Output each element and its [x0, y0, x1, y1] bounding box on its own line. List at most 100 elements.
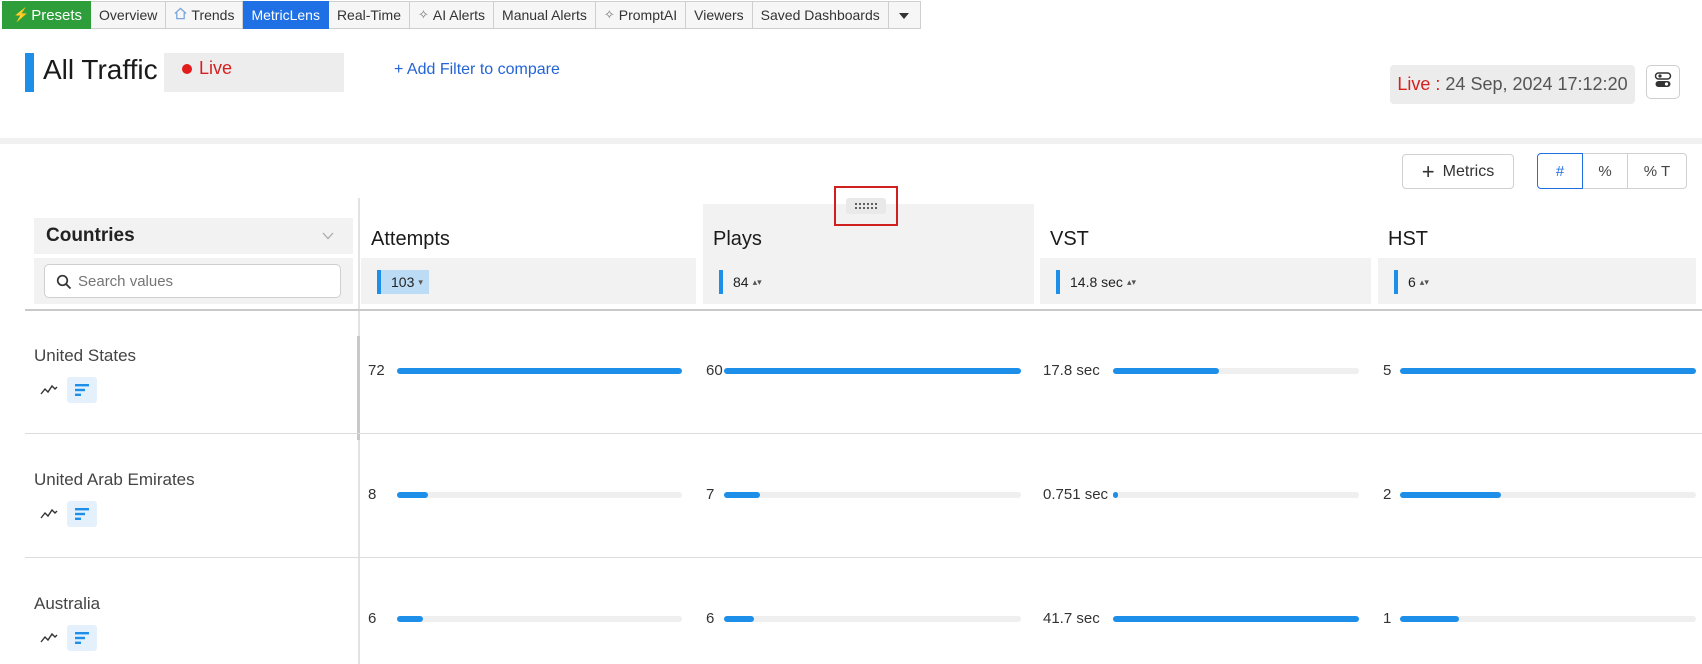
top-tab-bar: ⚡ Presets Overview Trends MetricLens Rea… [2, 1, 921, 29]
cell-value: 8 [368, 486, 377, 503]
column-hst: HST 6 ▴▾ [1378, 204, 1696, 304]
sort-icon: ▴▾ [752, 277, 762, 287]
sparkle-icon: ✧ [417, 7, 429, 22]
trend-chart-icon[interactable] [40, 507, 58, 521]
page-title: All Traffic [43, 54, 158, 85]
cell-value: 0.751 sec [1043, 486, 1109, 503]
cell-bar-fill [724, 492, 760, 498]
cell-bar-fill [1400, 616, 1459, 622]
add-metrics-button[interactable]: + Metrics [1402, 154, 1514, 189]
cell-bar-track [397, 616, 682, 622]
total-accent-bar [719, 270, 723, 294]
column-total: 103 [391, 274, 415, 290]
tab-label: Trends [191, 7, 235, 23]
cell-bar-fill [397, 368, 682, 374]
scrollbar-thumb[interactable] [357, 336, 360, 440]
column-total: 14.8 sec [1070, 274, 1123, 290]
cell-bar-track [1400, 492, 1696, 498]
row-label: United Arab Emirates [34, 470, 195, 489]
cell-bar-fill [724, 368, 1021, 374]
cell-bar-track [724, 616, 1021, 622]
column-drag-handle[interactable] [834, 186, 898, 226]
caret-down-icon [898, 7, 910, 23]
cell-value: 5 [1383, 362, 1392, 379]
toggle-icon [1654, 71, 1672, 94]
tab-overview[interactable]: Overview [91, 1, 167, 29]
tab-real-time[interactable]: Real-Time [328, 1, 410, 29]
settings-toggle-button[interactable] [1646, 65, 1680, 99]
tab-saved-dashboards[interactable]: Saved Dashboards [752, 1, 889, 29]
column-title: HST [1388, 228, 1428, 250]
cell-value: 7 [706, 486, 715, 503]
cell-bar-track [1113, 368, 1359, 374]
tab-manual-alerts[interactable]: Manual Alerts [494, 1, 596, 29]
tab-presets[interactable]: ⚡ Presets [2, 1, 92, 29]
tab-trends[interactable]: Trends [166, 1, 244, 29]
cell-value: 72 [368, 362, 385, 379]
row-label: Australia [34, 594, 101, 613]
bolt-icon: ⚡ [13, 7, 30, 22]
column-total-sort[interactable]: 14.8 sec ▴▾ [1056, 270, 1136, 294]
mode-percent-total-button[interactable]: % T [1627, 153, 1687, 189]
chevron-down-icon[interactable] [322, 228, 334, 243]
tab-promptai[interactable]: ✧ PromptAI [595, 1, 687, 29]
column-title: Plays [713, 228, 762, 250]
cell-value: 1 [1383, 610, 1392, 627]
cell-bar-track [1113, 616, 1359, 622]
cell-bar-track [1400, 616, 1696, 622]
sort-bars-icon[interactable] [67, 501, 97, 527]
sort-icon: ▾ [418, 277, 423, 287]
section-divider [0, 138, 1702, 144]
sort-icon: ▴▾ [1419, 277, 1429, 287]
display-mode-toggle: # % % T [1537, 153, 1687, 189]
cell-value: 6 [368, 610, 377, 627]
trend-chart-icon[interactable] [40, 631, 58, 645]
column-total: 6 [1408, 274, 1416, 290]
mode-percent-button[interactable]: % [1582, 153, 1628, 189]
timestamp-value: 24 Sep, 2024 17:12:20 [1445, 74, 1628, 94]
plus-icon: + [1421, 158, 1435, 184]
tab-label: MetricLens [251, 7, 320, 23]
live-timestamp: Live : 24 Sep, 2024 17:12:20 [1390, 65, 1635, 104]
tab-metriclens[interactable]: MetricLens [243, 1, 329, 29]
cell-bar-fill [397, 492, 428, 498]
row-divider [25, 433, 1702, 434]
total-accent-bar [377, 270, 381, 294]
column-total-sort[interactable]: 84 ▴▾ [719, 270, 762, 294]
tab-label: AI Alerts [432, 7, 486, 23]
cell-bar-track [397, 492, 682, 498]
sparkle-icon: ✧ [603, 7, 615, 22]
tab-label: Overview [99, 7, 158, 23]
cell-value: 17.8 sec [1043, 362, 1100, 379]
add-filter-link[interactable]: + Add Filter to compare [394, 61, 560, 79]
tab-label: PromptAI [618, 7, 678, 23]
tab-label: Presets [31, 6, 83, 24]
trend-chart-icon[interactable] [40, 383, 58, 397]
tab-label: Manual Alerts [502, 7, 587, 23]
cell-bar-fill [1113, 616, 1359, 622]
search-input[interactable] [44, 264, 341, 298]
tab-label: Real-Time [336, 7, 401, 23]
tab-ai-alerts[interactable]: ✧ AI Alerts [409, 1, 495, 29]
cell-bar-fill [1113, 368, 1219, 374]
sort-bars-icon[interactable] [67, 625, 97, 651]
column-vst: VST 14.8 sec ▴▾ [1040, 204, 1371, 304]
cell-bar-track [397, 368, 682, 374]
mode-count-button[interactable]: # [1537, 153, 1583, 189]
column-title: VST [1050, 228, 1089, 250]
column-total-sort[interactable]: 6 ▴▾ [1394, 270, 1429, 294]
more-tabs-button[interactable] [888, 1, 921, 29]
home-icon [174, 7, 187, 23]
column-total-sort[interactable]: 103 ▾ [377, 270, 429, 294]
timestamp-live-label: Live : [1397, 74, 1441, 94]
total-accent-bar [1394, 270, 1398, 294]
cell-bar-fill [1400, 368, 1696, 374]
cell-bar-fill [724, 616, 754, 622]
cell-bar-track [1113, 492, 1359, 498]
tab-viewers[interactable]: Viewers [686, 1, 753, 29]
search-icon [56, 274, 72, 290]
cell-bar-fill [1113, 492, 1118, 498]
column-attempts: Attempts 103 ▾ [361, 204, 696, 304]
sort-bars-icon[interactable] [67, 377, 97, 403]
cell-bar-track [724, 492, 1021, 498]
